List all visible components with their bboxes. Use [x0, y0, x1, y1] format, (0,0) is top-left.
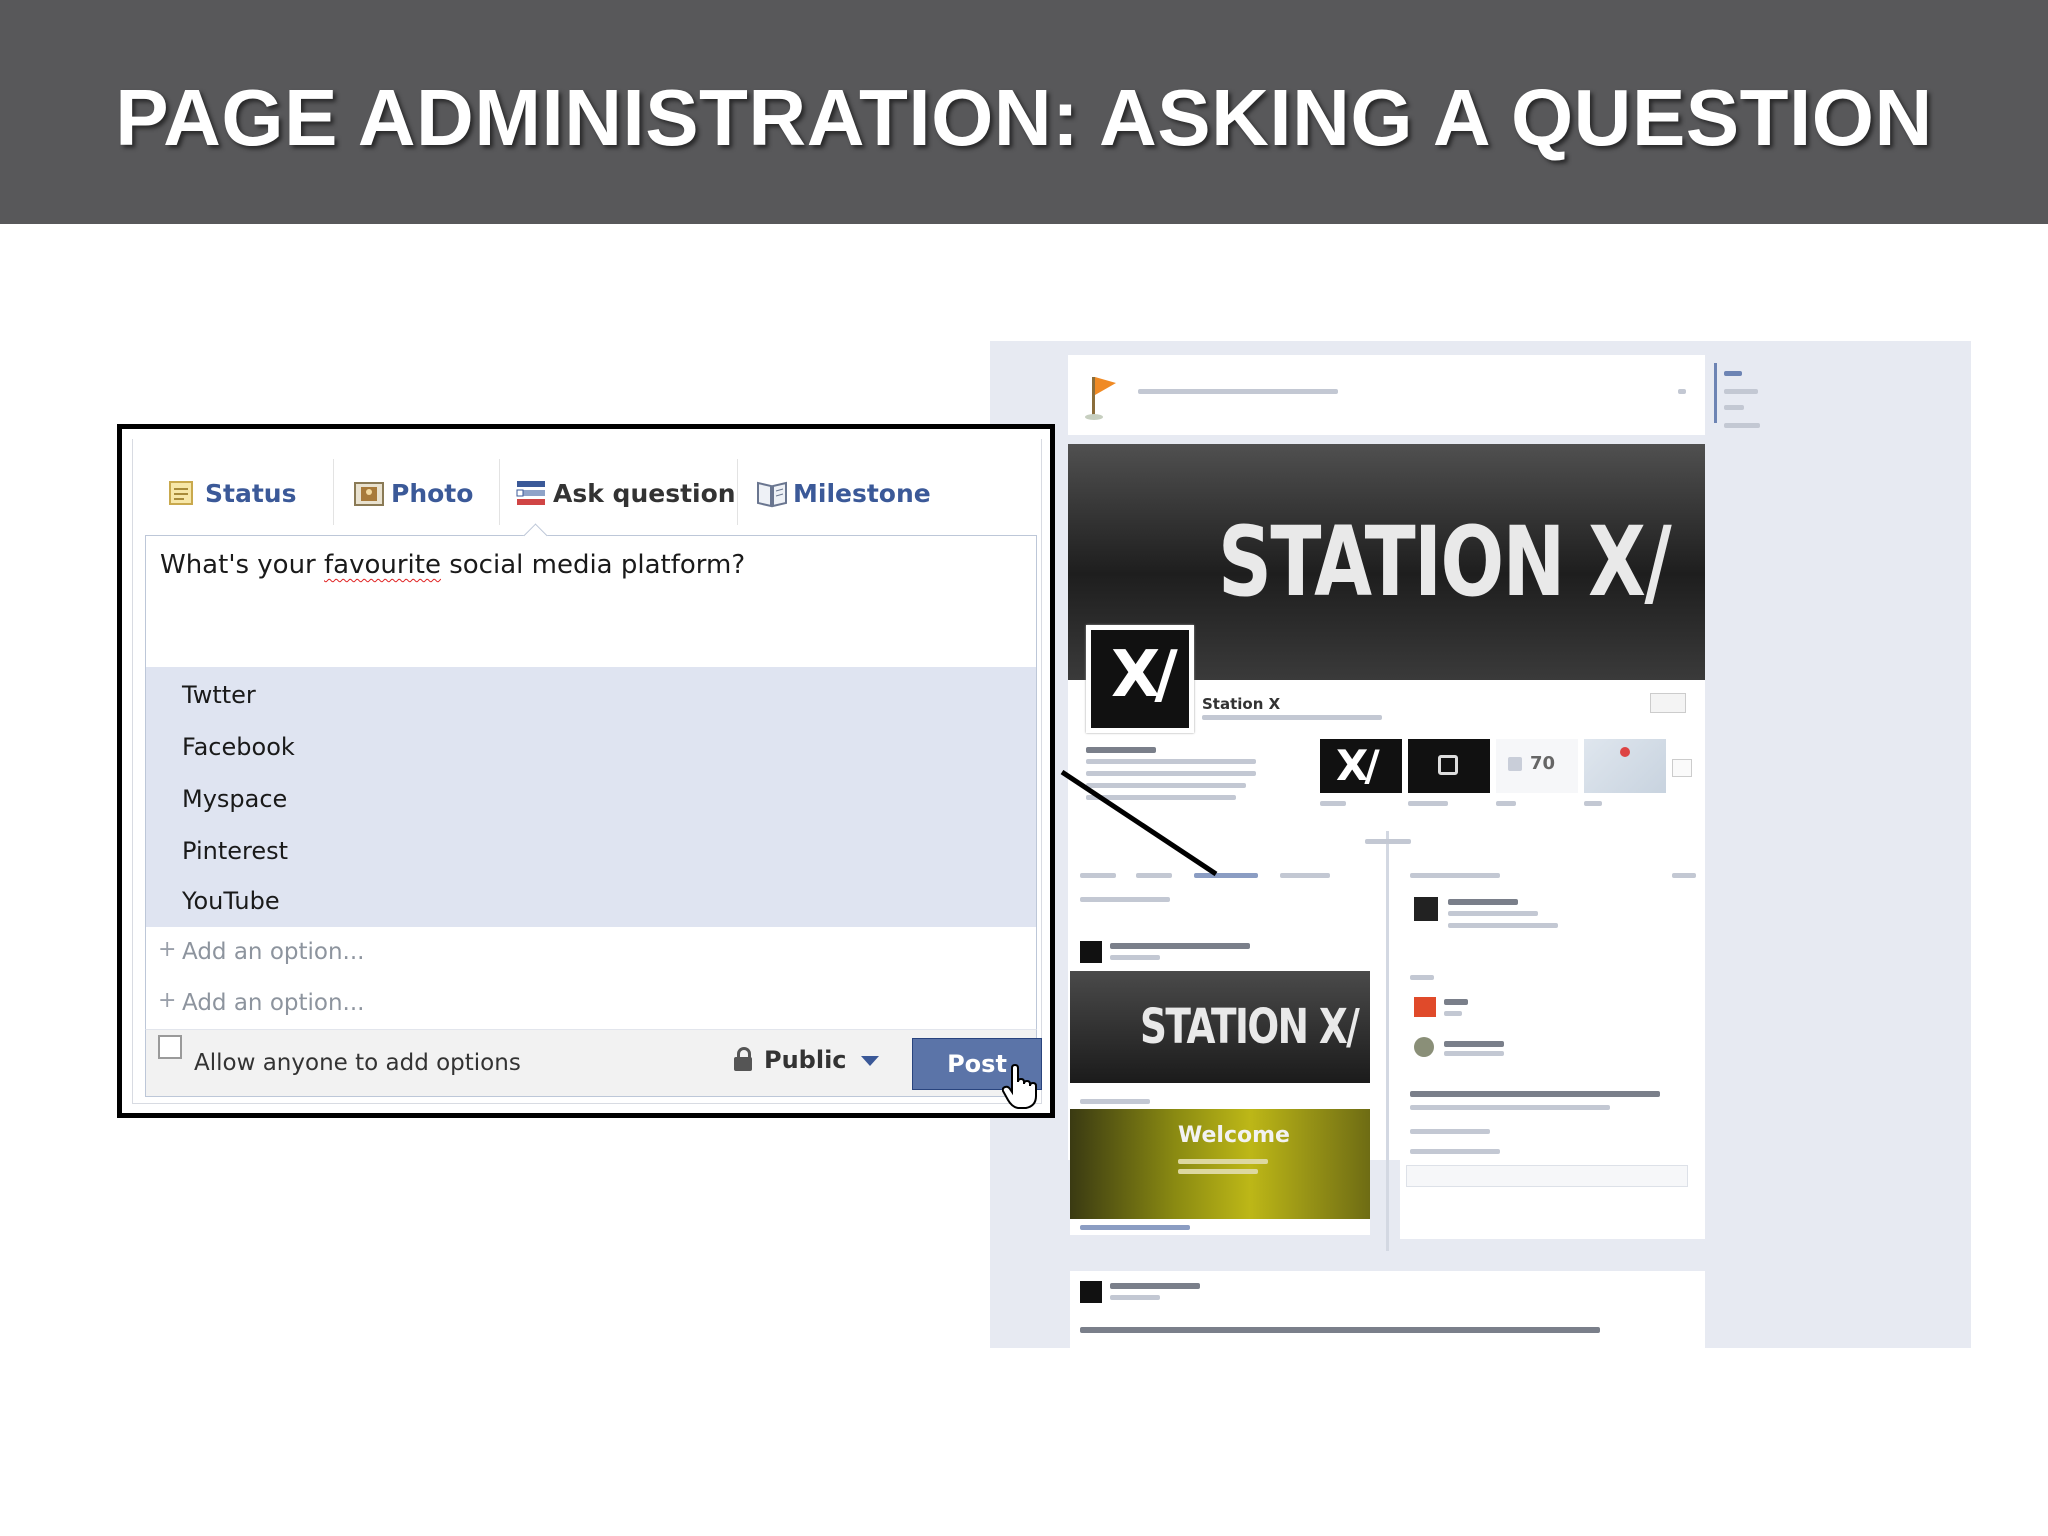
likes-count: 70: [1530, 753, 1556, 774]
page-name: Station X: [1202, 695, 1281, 713]
poll-option[interactable]: Facebook: [182, 733, 295, 761]
attending-post-card: [1400, 1079, 1705, 1239]
zoom-connector-line: [1060, 770, 1218, 877]
question-input[interactable]: What's your favourite social media platf…: [145, 535, 1037, 668]
welcome-post: Welcome: [1070, 1095, 1370, 1235]
poll-option[interactable]: YouTube: [182, 887, 280, 915]
cover-brand-logo: STATION X/: [1218, 506, 1672, 618]
flag-icon: [1085, 377, 1116, 420]
plus-icon: +: [158, 937, 177, 962]
instagram-thumbnail[interactable]: [1408, 739, 1490, 793]
post-brand-logo: STATION X/: [1140, 999, 1360, 1055]
milestone-book-icon: [755, 478, 787, 508]
page-settings-button[interactable]: [1650, 693, 1686, 713]
composer-footer: Allow anyone to add options Public Post: [145, 1029, 1042, 1109]
photos-thumbnail[interactable]: X/: [1320, 739, 1402, 793]
chevron-down-icon: [860, 1056, 879, 1066]
tab-status[interactable]: Status: [167, 465, 296, 521]
slide-title: PAGE ADMINISTRATION: ASKING A QUESTION: [115, 73, 1933, 162]
tab-photo[interactable]: Photo: [353, 465, 473, 521]
poll-option[interactable]: Twtter: [182, 681, 256, 709]
tab-milestone-label: Milestone: [793, 478, 931, 508]
timeline-rail: [1714, 363, 1717, 423]
poll-option[interactable]: Myspace: [182, 785, 287, 813]
notification-card: [1068, 355, 1705, 435]
plus-icon: +: [158, 988, 177, 1013]
map-thumbnail[interactable]: [1584, 739, 1666, 793]
welcome-label: Welcome: [1178, 1123, 1290, 1148]
profile-picture: X/: [1086, 625, 1194, 733]
allow-options-checkbox[interactable]: [158, 1035, 182, 1059]
add-option-input[interactable]: + Add an option...: [145, 927, 1037, 979]
timeline-spine: [1386, 831, 1389, 1251]
tab-photo-label: Photo: [391, 478, 474, 508]
more-apps-arrow[interactable]: [1672, 759, 1692, 777]
composer-tabs: Status Photo Ask question Milestone: [133, 439, 1041, 535]
poll-options: Twtter Facebook Myspace Pinterest YouTub…: [145, 667, 1037, 927]
slide-title-bar: PAGE ADMINISTRATION: ASKING A QUESTION: [0, 0, 2048, 224]
add-option-input[interactable]: + Add an option...: [145, 978, 1037, 1030]
misspelled-word: favourite: [324, 550, 441, 580]
question-composer: Status Photo Ask question Milestone What…: [132, 439, 1042, 1109]
thumbs-up-icon: [1508, 757, 1522, 771]
recommendations-card: [1400, 861, 1705, 945]
audience-label: Public: [764, 1046, 847, 1074]
poll-option[interactable]: Pinterest: [182, 837, 288, 865]
tab-ask-question-label: Ask question: [553, 478, 736, 508]
hand-cursor-icon: [1002, 1064, 1037, 1109]
question-text: What's your favourite social media platf…: [160, 550, 746, 580]
tab-status-label: Status: [205, 478, 297, 508]
likes-card: [1400, 963, 1705, 1067]
question-list-icon: [515, 478, 545, 508]
likes-box[interactable]: 70: [1496, 739, 1578, 793]
audience-selector[interactable]: Public: [734, 1046, 879, 1074]
cover-update-post: STATION X/: [1070, 933, 1370, 1093]
allow-options-label: Allow anyone to add options: [194, 1050, 521, 1076]
lock-icon: [734, 1047, 752, 1071]
tab-ask-question[interactable]: Ask question: [515, 465, 736, 521]
status-note-icon: [167, 478, 197, 508]
zoomed-composer-frame: Status Photo Ask question Milestone What…: [117, 424, 1055, 1118]
tab-milestone[interactable]: Milestone: [755, 465, 931, 521]
bottom-post: [1070, 1271, 1705, 1348]
photo-icon: [353, 478, 384, 508]
map-pin-icon: [1620, 747, 1630, 757]
